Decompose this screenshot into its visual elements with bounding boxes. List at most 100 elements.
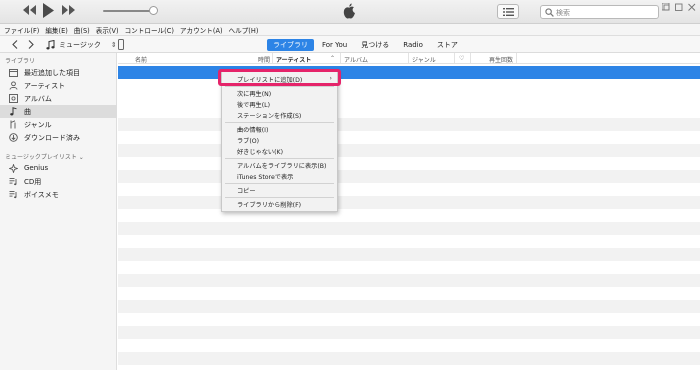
tab-store[interactable]: ストア xyxy=(431,39,464,51)
sidebar-library-header: ライブラリ xyxy=(5,58,36,65)
column-genre[interactable]: ジャンル xyxy=(412,55,436,64)
sidebar-item-artists[interactable]: アーティスト xyxy=(0,79,117,92)
fast-forward-icon[interactable] xyxy=(62,5,75,17)
table-row xyxy=(118,274,700,287)
menu-help[interactable]: ヘルプ(H) xyxy=(229,25,259,35)
menu-item-label: iTunes Storeで表示 xyxy=(237,174,294,181)
column-play-count[interactable]: 再生回数 xyxy=(489,55,513,64)
column-name[interactable]: 名前 xyxy=(135,55,147,64)
menu-view[interactable]: 表示(V) xyxy=(96,25,119,35)
nav-bar: ミュージック ⇕ ライブラリ For You 見つける Radio ストア xyxy=(0,36,700,53)
menu-item-song-info[interactable]: 曲の情報(I) xyxy=(222,124,337,134)
menu-song[interactable]: 曲(S) xyxy=(74,25,90,35)
column-love-heart-icon[interactable]: ♡ xyxy=(459,55,464,62)
playlist-icon xyxy=(9,191,17,199)
column-divider[interactable] xyxy=(340,53,341,63)
menu-item-play-later[interactable]: 後で再生(L) xyxy=(222,99,337,109)
up-next-button[interactable] xyxy=(497,4,519,19)
menu-item-copy[interactable]: コピー xyxy=(222,185,337,195)
volume-slider[interactable] xyxy=(103,10,153,12)
column-header-row: 名前 時間 アーティスト ⌃ アルバム ジャンル ♡ 再生回数 xyxy=(118,53,700,64)
sidebar-item-label: アルバム xyxy=(24,95,52,103)
menu-item-label: アルバムをライブラリに表示(B) xyxy=(237,163,327,170)
menu-item-delete-from-library[interactable]: ライブラリから削除(F) xyxy=(222,199,337,209)
menu-item-label: 好きじゃない(K) xyxy=(237,149,284,156)
media-source-selector[interactable]: ミュージック ⇕ xyxy=(46,39,117,50)
menu-account[interactable]: アカウント(A) xyxy=(180,25,223,35)
back-icon[interactable] xyxy=(12,40,18,51)
menu-controls[interactable]: コントロール(C) xyxy=(125,25,174,35)
sidebar-playlists-header[interactable]: ミュージックプレイリスト ⌄ xyxy=(5,152,84,161)
tab-browse[interactable]: 見つける xyxy=(355,39,395,51)
table-row xyxy=(118,352,700,365)
column-divider[interactable] xyxy=(272,53,273,63)
sidebar-item-downloaded[interactable]: ダウンロード済み xyxy=(0,131,117,144)
sidebar-item-songs[interactable]: 曲 xyxy=(0,105,117,118)
table-row[interactable] xyxy=(118,92,700,105)
menu-item-label: ラブ(O) xyxy=(237,138,260,145)
menu-item-create-station[interactable]: ステーションを作成(S) xyxy=(222,110,337,120)
device-icon[interactable] xyxy=(118,39,124,50)
sidebar-item-recently-added[interactable]: 最近追加した項目 xyxy=(0,66,117,79)
highlight-annotation xyxy=(218,69,341,86)
rewind-icon[interactable] xyxy=(23,5,36,17)
column-divider[interactable] xyxy=(516,53,517,63)
play-icon[interactable] xyxy=(42,3,54,20)
column-time[interactable]: 時間 xyxy=(258,55,270,64)
downloaded-icon xyxy=(9,133,18,142)
menu-item-play-next[interactable]: 次に再生(N) xyxy=(222,88,337,98)
table-row xyxy=(118,326,700,339)
menu-divider xyxy=(225,86,334,87)
music-note-icon xyxy=(10,107,17,116)
table-row[interactable] xyxy=(118,66,700,79)
sidebar-item-voice-memos[interactable]: ボイスメモ xyxy=(0,188,117,201)
column-artist[interactable]: アーティスト xyxy=(276,55,311,64)
table-row[interactable] xyxy=(118,79,700,92)
search-box[interactable] xyxy=(540,5,659,19)
menu-item-label: 次に再生(N) xyxy=(237,91,272,98)
sidebar-item-label: ボイスメモ xyxy=(24,191,59,199)
minimize-icon[interactable] xyxy=(661,2,670,15)
menu-item-label: コピー xyxy=(237,188,256,195)
table-row xyxy=(118,118,700,131)
table-row xyxy=(118,144,700,157)
column-divider[interactable] xyxy=(454,53,455,63)
menu-bar: ファイル(F) 編集(E) 曲(S) 表示(V) コントロール(C) アカウント… xyxy=(0,24,700,36)
player-bar xyxy=(0,0,700,24)
menu-item-dislike[interactable]: 好きじゃない(K) xyxy=(222,146,337,156)
table-row xyxy=(118,248,700,261)
menu-item-love[interactable]: ラブ(O) xyxy=(222,135,337,145)
menu-file[interactable]: ファイル(F) xyxy=(4,25,39,35)
sidebar-item-genres[interactable]: ジャンル xyxy=(0,118,117,131)
column-divider[interactable] xyxy=(408,53,409,63)
sidebar-item-cd-playlist[interactable]: CD用 xyxy=(0,175,117,188)
sidebar-item-label: Genius xyxy=(24,164,49,172)
menu-item-label: 後で再生(L) xyxy=(237,102,271,109)
menu-edit[interactable]: 編集(E) xyxy=(45,25,68,35)
tab-library[interactable]: ライブラリ xyxy=(267,39,314,51)
close-icon[interactable] xyxy=(688,3,696,15)
menu-item-show-album-in-library[interactable]: アルバムをライブラリに表示(B) xyxy=(222,160,337,170)
tab-radio[interactable]: Radio xyxy=(397,39,429,51)
sidebar: ライブラリ 最近追加した項目 アーティスト アルバム 曲 ジャンル ダウンロード… xyxy=(0,53,117,370)
column-divider[interactable] xyxy=(470,53,471,63)
volume-knob[interactable] xyxy=(149,6,158,15)
column-album[interactable]: アルバム xyxy=(344,55,368,64)
media-source-label: ミュージック xyxy=(59,40,101,49)
search-input[interactable] xyxy=(556,7,656,18)
menu-divider xyxy=(225,197,334,198)
sidebar-item-albums[interactable]: アルバム xyxy=(0,92,117,105)
forward-icon[interactable] xyxy=(28,40,34,51)
sort-ascending-icon[interactable]: ⌃ xyxy=(330,55,335,62)
menu-item-show-in-itunes-store[interactable]: iTunes Storeで表示 xyxy=(222,171,337,181)
table-row xyxy=(118,222,700,235)
tab-for-you[interactable]: For You xyxy=(316,39,353,51)
sidebar-item-genius[interactable]: Genius xyxy=(0,162,117,175)
playlist-icon xyxy=(9,178,17,186)
maximize-icon[interactable] xyxy=(675,3,683,15)
menu-item-label: 曲の情報(I) xyxy=(237,127,269,134)
sidebar-item-label: ジャンル xyxy=(24,121,52,129)
context-menu: プレイリストに追加(D) › 次に再生(N) 後で再生(L) ステーションを作成… xyxy=(221,70,338,212)
menu-divider xyxy=(225,183,334,184)
genre-icon xyxy=(10,120,16,129)
